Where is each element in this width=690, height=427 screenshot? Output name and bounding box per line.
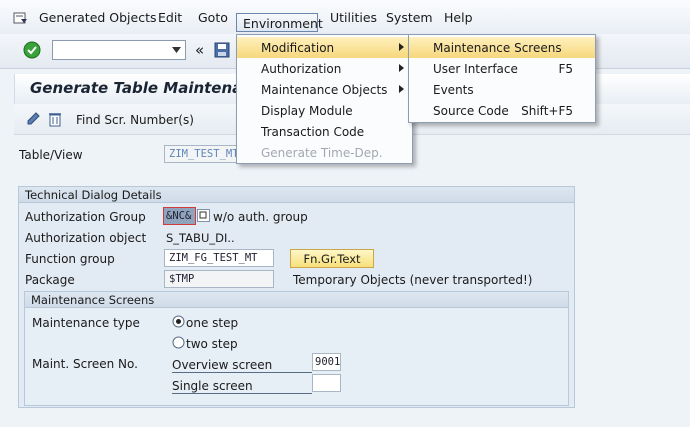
auth-group-desc: w/o auth. group [213, 210, 308, 224]
menu-item-user-interface[interactable]: User Interface F5 [409, 58, 595, 79]
fn-gr-text-button[interactable]: Fn.Gr.Text [290, 249, 374, 268]
menu-item-label: Display Module [261, 104, 353, 118]
save-icon[interactable] [214, 42, 230, 58]
menu-item-label: Events [433, 83, 474, 97]
menu-item-authorization[interactable]: Authorization [237, 58, 412, 79]
menu-item-label: Authorization [261, 62, 342, 76]
auth-group-label: Authorization Group [25, 210, 146, 224]
menu-item-maintenance-objects[interactable]: Maintenance Objects [237, 79, 412, 100]
one-step-label: one step [186, 316, 239, 330]
menu-item-label: Source Code [433, 104, 509, 118]
modification-submenu: Maintenance Screens User Interface F5 Ev… [408, 34, 596, 123]
menu-item-source-code[interactable]: Source Code Shift+F5 [409, 100, 595, 121]
overview-screen-field[interactable]: 9001 [312, 353, 341, 371]
pencil-icon[interactable] [25, 111, 41, 127]
submenu-arrow-icon [399, 43, 404, 51]
menu-item-label: Maintenance Screens [433, 41, 562, 55]
package-label: Package [25, 273, 75, 287]
menu-item-label: Maintenance Objects [261, 83, 388, 97]
menu-item-label: Modification [261, 41, 335, 55]
single-screen-label: Single screen [172, 379, 312, 394]
submenu-arrow-icon [399, 64, 404, 72]
auth-object-value: S_TABU_DI.. [166, 231, 235, 245]
search-help-icon[interactable] [197, 209, 210, 222]
menu-item-label: Transaction Code [261, 125, 365, 139]
command-field[interactable] [52, 40, 186, 60]
maint-screen-no-label: Maint. Screen No. [32, 357, 138, 371]
package-field: $TMP [164, 270, 274, 288]
menu-item-shortcut: F5 [558, 62, 573, 76]
menu-item-display-module[interactable]: Display Module [237, 100, 412, 121]
maintenance-screens-title: Maintenance Screens [25, 292, 568, 308]
table-view-field: ZIM_TEST_MT [164, 145, 244, 163]
function-group-label: Function group [25, 252, 115, 266]
enter-check-icon[interactable] [23, 41, 41, 59]
page-title: Generate Table Maintena [30, 79, 243, 97]
submenu-arrow-icon [399, 85, 404, 93]
collapse-arrows-icon[interactable]: « [195, 41, 204, 59]
menu-item-label: Generate Time-Dep. [261, 146, 383, 160]
technical-dialog-title: Technical Dialog Details [19, 187, 574, 203]
menu-utilities[interactable]: Utilities [330, 10, 377, 25]
function-group-field[interactable]: ZIM_FG_TEST_MT [164, 249, 274, 267]
radio-one-step[interactable] [172, 315, 185, 328]
menu-item-label: User Interface [433, 62, 518, 76]
menu-goto[interactable]: Goto [198, 10, 228, 25]
overview-screen-label: Overview screen [172, 358, 312, 373]
two-step-label: two step [186, 337, 238, 351]
package-desc: Temporary Objects (never transported!) [293, 273, 533, 287]
menu-item-maintenance-screens[interactable]: Maintenance Screens [409, 37, 595, 58]
trash-icon[interactable] [47, 111, 63, 127]
menu-environment[interactable]: Environment [243, 16, 323, 31]
single-screen-field[interactable] [312, 374, 341, 392]
environment-menu: Modification Authorization Maintenance O… [236, 34, 413, 164]
maintenance-type-label: Maintenance type [32, 316, 140, 330]
screen-menu-icon[interactable] [13, 12, 29, 26]
radio-two-step[interactable] [172, 336, 185, 349]
menu-item-events[interactable]: Events [409, 79, 595, 100]
menu-item-generate-time-dep: Generate Time-Dep. [237, 142, 412, 163]
menu-item-modification[interactable]: Modification [237, 37, 412, 58]
auth-group-field[interactable]: &NC& [163, 207, 196, 225]
menu-edit[interactable]: Edit [158, 10, 182, 25]
table-view-label: Table/View [19, 148, 83, 162]
menu-help[interactable]: Help [444, 10, 473, 25]
find-screen-number-button[interactable]: Find Scr. Number(s) [76, 113, 194, 127]
menu-generated-objects[interactable]: Generated Objects [39, 10, 157, 25]
menu-item-shortcut: Shift+F5 [521, 104, 573, 118]
auth-object-label: Authorization object [25, 231, 147, 245]
menu-item-transaction-code[interactable]: Transaction Code [237, 121, 412, 142]
chevron-down-icon[interactable] [172, 47, 181, 53]
menu-system[interactable]: System [386, 10, 433, 25]
